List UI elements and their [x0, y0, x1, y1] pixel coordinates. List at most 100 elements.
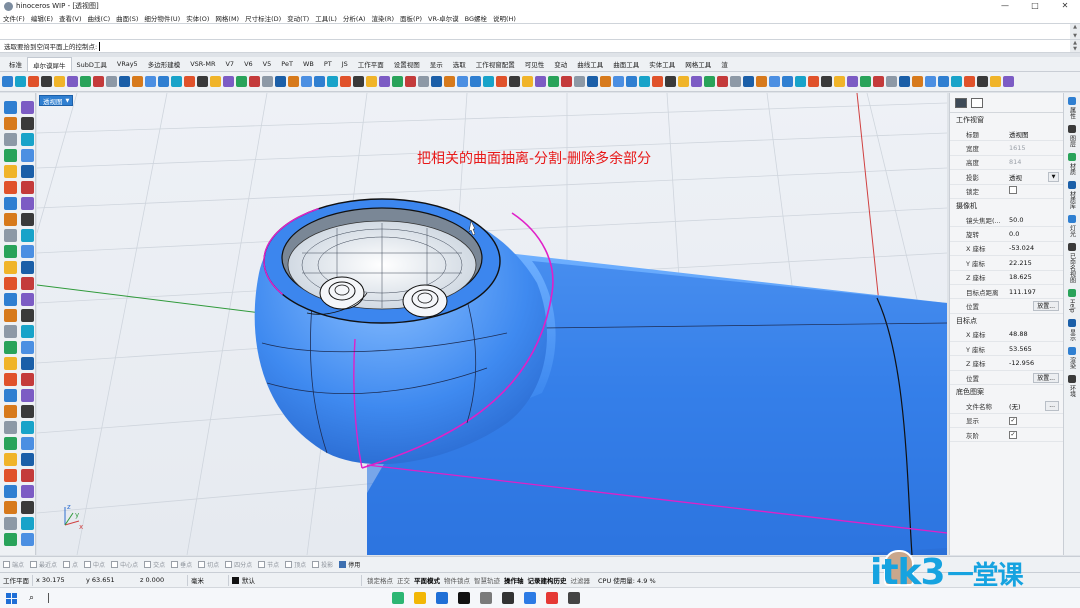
toolbar-tool-icon[interactable]	[600, 76, 611, 87]
toolbar-tool-icon[interactable]	[548, 76, 559, 87]
left-tool-icon[interactable]	[21, 533, 34, 546]
toolbar-tool-icon[interactable]	[782, 76, 793, 87]
left-tool-icon[interactable]	[21, 101, 34, 114]
toolbar-tool-icon[interactable]	[613, 76, 624, 87]
app-icon-3[interactable]	[436, 592, 449, 604]
menu-item-3[interactable]: 曲线(C)	[88, 13, 111, 23]
status-layer[interactable]: 默认	[229, 575, 361, 585]
toolbar-tool-icon[interactable]	[717, 76, 728, 87]
menu-item-6[interactable]: 实体(O)	[186, 13, 209, 23]
tab-7[interactable]: V6	[239, 57, 258, 71]
toolbar-tool-icon[interactable]	[626, 76, 637, 87]
tab-3[interactable]: VRay5	[112, 57, 143, 71]
menu-item-13[interactable]: 面板(P)	[400, 13, 422, 23]
status-toggle-1[interactable]: 正交	[395, 575, 412, 585]
tab-21[interactable]: 曲面工具	[608, 57, 644, 71]
browse-file-button[interactable]: ...	[1045, 400, 1059, 411]
toolbar-tool-icon[interactable]	[743, 76, 754, 87]
left-tool-icon[interactable]	[21, 485, 34, 498]
toolbar-tool-icon[interactable]	[353, 76, 364, 87]
osnap-checkbox[interactable]	[312, 561, 320, 568]
left-tool-icon[interactable]	[4, 341, 17, 354]
osnap-3[interactable]: 中点	[84, 560, 105, 569]
panel-tab-1[interactable]: 图层	[1068, 125, 1077, 147]
osnap-5[interactable]: 交点	[144, 560, 165, 569]
left-tool-icon[interactable]	[21, 389, 34, 402]
app-icon-6[interactable]	[502, 592, 515, 604]
toolbar-tool-icon[interactable]	[990, 76, 1001, 87]
menu-item-9[interactable]: 变动(T)	[287, 13, 309, 23]
tab-6[interactable]: V7	[220, 57, 239, 71]
left-tool-icon[interactable]	[21, 277, 34, 290]
toolbar-tool-icon[interactable]	[80, 76, 91, 87]
status-toggle-6[interactable]: 记录建构历史	[526, 575, 569, 585]
windows-start-icon[interactable]	[6, 592, 17, 604]
toolbar-tool-icon[interactable]	[431, 76, 442, 87]
toolbar-tool-icon[interactable]	[886, 76, 897, 87]
toolbar-tool-icon[interactable]	[964, 76, 975, 87]
show-checkbox[interactable]: ✓	[1009, 416, 1017, 425]
left-tool-icon[interactable]	[21, 165, 34, 178]
file-explorer-icon[interactable]	[414, 592, 427, 604]
target-prop-row[interactable]: X 座标 48.88	[950, 328, 1063, 343]
camera-icon[interactable]	[955, 97, 967, 108]
toolbar-tool-icon[interactable]	[873, 76, 884, 87]
search-icon[interactable]: ⌕	[29, 593, 34, 603]
osnap-checkbox[interactable]	[258, 561, 266, 568]
panel-tab-4[interactable]: 灯光	[1068, 215, 1077, 237]
left-tool-icon[interactable]	[4, 117, 17, 130]
toolbar-tool-icon[interactable]	[275, 76, 286, 87]
toolbar-tool-icon[interactable]	[977, 76, 988, 87]
left-knob[interactable]	[319, 276, 365, 310]
osnap-1[interactable]: 最近点	[30, 560, 57, 569]
toolbar-tool-icon[interactable]	[457, 76, 468, 87]
left-tool-icon[interactable]	[4, 357, 17, 370]
status-toggle-3[interactable]: 物件锁点	[442, 575, 472, 585]
toolbar-tool-icon[interactable]	[574, 76, 585, 87]
toolbar-tool-icon[interactable]	[41, 76, 52, 87]
target-prop-value[interactable]: -12.956	[1009, 359, 1063, 367]
status-toggle-4[interactable]: 智慧轨迹	[472, 575, 502, 585]
camera-prop-value[interactable]: 22.215	[1009, 259, 1063, 267]
tab-16[interactable]: 选取	[448, 57, 471, 71]
left-tool-icon[interactable]	[21, 117, 34, 130]
target-prop-row[interactable]: Y 座标 53.565	[950, 342, 1063, 357]
left-tool-icon[interactable]	[4, 309, 17, 322]
osnap-checkbox[interactable]	[84, 561, 92, 568]
menu-item-10[interactable]: 工具(L)	[315, 13, 337, 23]
toolbar-tool-icon[interactable]	[288, 76, 299, 87]
menu-item-12[interactable]: 渲染(R)	[371, 13, 394, 23]
osnap-checkbox[interactable]	[30, 561, 38, 568]
chevron-down-icon[interactable]: ▼	[66, 98, 70, 104]
rhino-taskbar-icon[interactable]	[568, 592, 581, 604]
toolbar-tool-icon[interactable]	[522, 76, 533, 87]
command-scrollbar[interactable]: ▲ ▼	[1070, 40, 1080, 52]
camera-prop-row[interactable]: 目标点距离 111.197	[950, 285, 1063, 300]
menu-item-16[interactable]: 说明(H)	[493, 13, 516, 23]
left-tool-icon[interactable]	[21, 453, 34, 466]
left-tool-icon[interactable]	[4, 293, 17, 306]
toolbar-tool-icon[interactable]	[145, 76, 156, 87]
tab-5[interactable]: VSR-MR	[185, 57, 220, 71]
toolbar-tool-icon[interactable]	[756, 76, 767, 87]
tab-9[interactable]: PeT	[276, 57, 298, 71]
osnap-checkbox[interactable]	[3, 561, 10, 568]
toolbar-tool-icon[interactable]	[1003, 76, 1014, 87]
left-tool-icon[interactable]	[4, 229, 17, 242]
toolbar-tool-icon[interactable]	[652, 76, 663, 87]
osnap-11[interactable]: 投影	[312, 560, 333, 569]
menu-item-2[interactable]: 查看(V)	[59, 13, 82, 23]
left-tool-icon[interactable]	[21, 437, 34, 450]
left-tool-icon[interactable]	[21, 501, 34, 514]
left-tool-icon[interactable]	[21, 181, 34, 194]
menu-item-4[interactable]: 曲面(S)	[116, 13, 138, 23]
target-prop-value[interactable]: 48.88	[1009, 330, 1063, 338]
toolbar-tool-icon[interactable]	[67, 76, 78, 87]
viewport-prop-value[interactable]: 透视图	[1009, 129, 1063, 139]
viewport-prop-value[interactable]: 814	[1009, 158, 1063, 166]
tab-20[interactable]: 曲线工具	[572, 57, 608, 71]
left-tool-icon[interactable]	[4, 421, 17, 434]
left-tool-icon[interactable]	[4, 261, 17, 274]
task-view-icon[interactable]	[48, 593, 50, 603]
toolbar-tool-icon[interactable]	[314, 76, 325, 87]
